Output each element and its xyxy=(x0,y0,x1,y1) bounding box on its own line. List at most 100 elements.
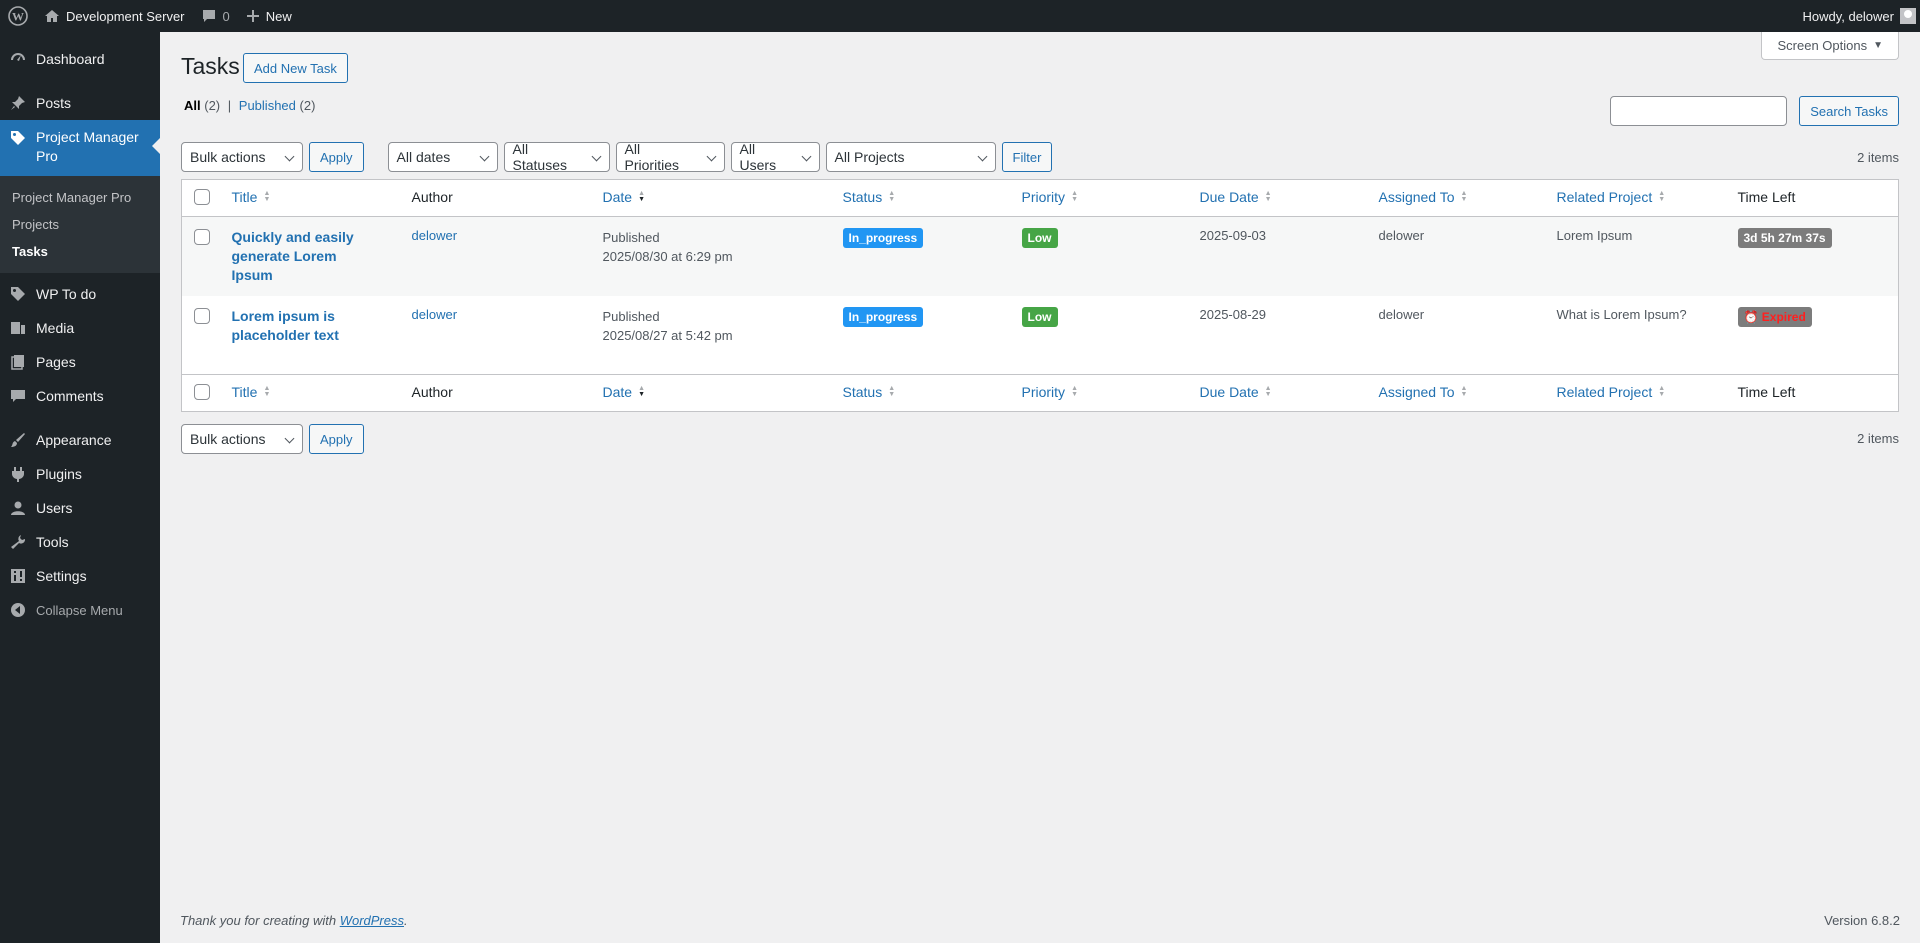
column-assigned-to-sort[interactable]: Assigned To ▲ ▼ xyxy=(1379,189,1468,205)
collapse-menu-button[interactable]: Collapse Menu xyxy=(0,593,160,627)
column-label: Related Project xyxy=(1556,384,1653,400)
menu-label: Media xyxy=(36,320,75,336)
row-related-project: What is Lorem Ipsum? xyxy=(1556,306,1687,322)
project-filter-select[interactable]: All Projects xyxy=(825,142,996,172)
tablenav-top: Bulk actions Apply All dates All Statuse… xyxy=(181,141,1053,173)
search-input[interactable] xyxy=(1610,96,1788,126)
column-label: Status xyxy=(842,384,883,400)
sort-icon: ▲ ▼ xyxy=(1460,385,1468,398)
new-content-link[interactable]: New xyxy=(238,0,300,32)
footer-thanks-suffix: . xyxy=(404,913,408,928)
menu-label: Settings xyxy=(36,568,87,584)
column-due-date-sort[interactable]: Due Date ▲ ▼ xyxy=(1200,189,1272,205)
comment-icon xyxy=(201,8,217,24)
column-assigned-to-sort[interactable]: Assigned To ▲ ▼ xyxy=(1379,384,1468,400)
screen-options-button[interactable]: Screen Options ▼ xyxy=(1761,32,1899,60)
row-time-left-cell: 3d 5h 27m 37s xyxy=(1728,217,1899,296)
status-views: All (2) | Published (2) xyxy=(184,98,315,113)
menu-plugins[interactable]: Plugins xyxy=(0,457,160,491)
column-status-sort[interactable]: Status ▲ ▼ xyxy=(843,189,896,205)
row-checkbox[interactable] xyxy=(194,307,210,324)
column-status-sort[interactable]: Status ▲ ▼ xyxy=(843,384,896,400)
menu-users[interactable]: Users xyxy=(0,491,160,525)
plus-icon xyxy=(246,9,260,23)
menu-tools[interactable]: Tools xyxy=(0,525,160,559)
dates-filter-select[interactable]: All dates xyxy=(387,142,498,172)
column-title-sort[interactable]: Title ▲ ▼ xyxy=(232,384,271,400)
apply-button[interactable]: Apply xyxy=(309,142,364,172)
select-all-checkbox[interactable] xyxy=(194,189,210,205)
submenu-item-projects[interactable]: Projects xyxy=(0,211,160,238)
view-published-link[interactable]: Published xyxy=(239,98,296,113)
items-count-top: 2 items xyxy=(1857,150,1899,165)
column-title-sort[interactable]: Title ▲ ▼ xyxy=(232,189,271,205)
site-name-link[interactable]: Development Server xyxy=(36,0,193,32)
column-related-project-sort[interactable]: Related Project ▲ ▼ xyxy=(1557,189,1666,205)
menu-project-manager-pro[interactable]: Project Manager Pro xyxy=(0,120,160,176)
menu-label: Plugins xyxy=(36,466,82,482)
brush-icon xyxy=(8,430,28,450)
column-label: Due Date xyxy=(1199,189,1259,205)
tag-icon xyxy=(8,128,28,148)
comments-link[interactable]: 0 xyxy=(193,0,238,32)
user-filter-select[interactable]: All Users xyxy=(730,141,820,173)
footer-thanks-text: Thank you for creating with xyxy=(180,913,337,928)
search-tasks-button[interactable]: Search Tasks xyxy=(1799,96,1899,126)
select-all-checkbox-footer[interactable] xyxy=(194,384,210,400)
wordpress-link[interactable]: WordPress xyxy=(340,913,404,928)
sort-desc-icon: ▲ ▼ xyxy=(638,190,646,203)
home-icon xyxy=(44,8,60,24)
menu-settings[interactable]: Settings xyxy=(0,559,160,593)
collapse-icon xyxy=(8,600,28,620)
footer-version: Version 6.8.2 xyxy=(1824,913,1900,928)
row-author-link[interactable]: delower xyxy=(412,228,458,243)
my-account-link[interactable]: Howdy, delower xyxy=(1794,0,1920,32)
table-header-row: Title ▲ ▼ Author Date ▲ ▼ Status ▲ ▼ Priority ▲… xyxy=(181,180,1899,217)
row-status-cell: In_progress xyxy=(833,296,1012,375)
bulk-actions-select-bottom[interactable]: Bulk actions xyxy=(181,424,303,454)
howdy-text: Howdy, delower xyxy=(1802,8,1894,24)
submenu-item-project-manager-pro[interactable]: Project Manager Pro xyxy=(0,184,160,211)
menu-comments[interactable]: Comments xyxy=(0,379,160,413)
add-new-task-button[interactable]: Add New Task xyxy=(243,53,348,83)
apply-button-bottom[interactable]: Apply xyxy=(309,424,364,454)
row-checkbox-cell xyxy=(182,296,222,375)
column-date-sort[interactable]: Date ▲ ▼ xyxy=(603,189,646,205)
column-date-sort[interactable]: Date ▲ ▼ xyxy=(603,384,646,400)
bulk-actions-select[interactable]: Bulk actions xyxy=(181,142,303,172)
menu-posts[interactable]: Posts xyxy=(0,86,160,120)
submenu-project-manager-pro: Project Manager Pro Projects Tasks xyxy=(0,176,160,273)
sort-icon: ▲ ▼ xyxy=(263,385,271,398)
column-related-project-sort[interactable]: Related Project ▲ ▼ xyxy=(1557,384,1666,400)
filter-button[interactable]: Filter xyxy=(1001,142,1053,172)
submenu-item-tasks[interactable]: Tasks xyxy=(0,238,160,265)
column-label: Date xyxy=(602,189,633,205)
priority-filter-select[interactable]: All Priorities xyxy=(615,141,725,173)
row-title-link[interactable]: Quickly and easily generate Lorem Ipsum xyxy=(232,228,382,285)
menu-pages[interactable]: Pages xyxy=(0,345,160,379)
sort-icon: ▲ ▼ xyxy=(1658,190,1666,203)
column-due-date-sort[interactable]: Due Date ▲ ▼ xyxy=(1200,384,1272,400)
row-checkbox[interactable] xyxy=(194,229,210,245)
row-title-cell: Lorem ipsum is placeholder text xyxy=(222,296,402,375)
column-priority-sort[interactable]: Priority ▲ ▼ xyxy=(1022,189,1079,205)
menu-label: Pages xyxy=(36,354,76,370)
view-published-count: (2) xyxy=(299,98,316,113)
sort-desc-icon: ▲ ▼ xyxy=(638,385,646,398)
menu-dashboard[interactable]: Dashboard xyxy=(0,42,160,76)
menu-media[interactable]: Media xyxy=(0,311,160,345)
main-content: Screen Options ▼ Tasks Add New Task All … xyxy=(160,32,1920,943)
menu-wp-to-do[interactable]: WP To do xyxy=(0,277,160,311)
row-priority-cell: Low xyxy=(1012,217,1190,296)
wordpress-logo-icon[interactable]: W xyxy=(0,0,36,32)
row-assigned-to: delower xyxy=(1378,228,1425,243)
menu-appearance[interactable]: Appearance xyxy=(0,423,160,457)
time-left-badge: 3d 5h 27m 37s xyxy=(1737,228,1832,248)
status-filter-select[interactable]: All Statuses xyxy=(503,141,610,173)
row-title-link[interactable]: Lorem ipsum is placeholder text xyxy=(232,307,382,345)
view-all-link[interactable]: All xyxy=(184,98,201,113)
row-author-link[interactable]: delower xyxy=(412,307,458,322)
view-separator: | xyxy=(227,98,232,113)
table-row: Quickly and easily generate Lorem Ipsum … xyxy=(181,216,1899,296)
column-priority-sort[interactable]: Priority ▲ ▼ xyxy=(1022,384,1079,400)
